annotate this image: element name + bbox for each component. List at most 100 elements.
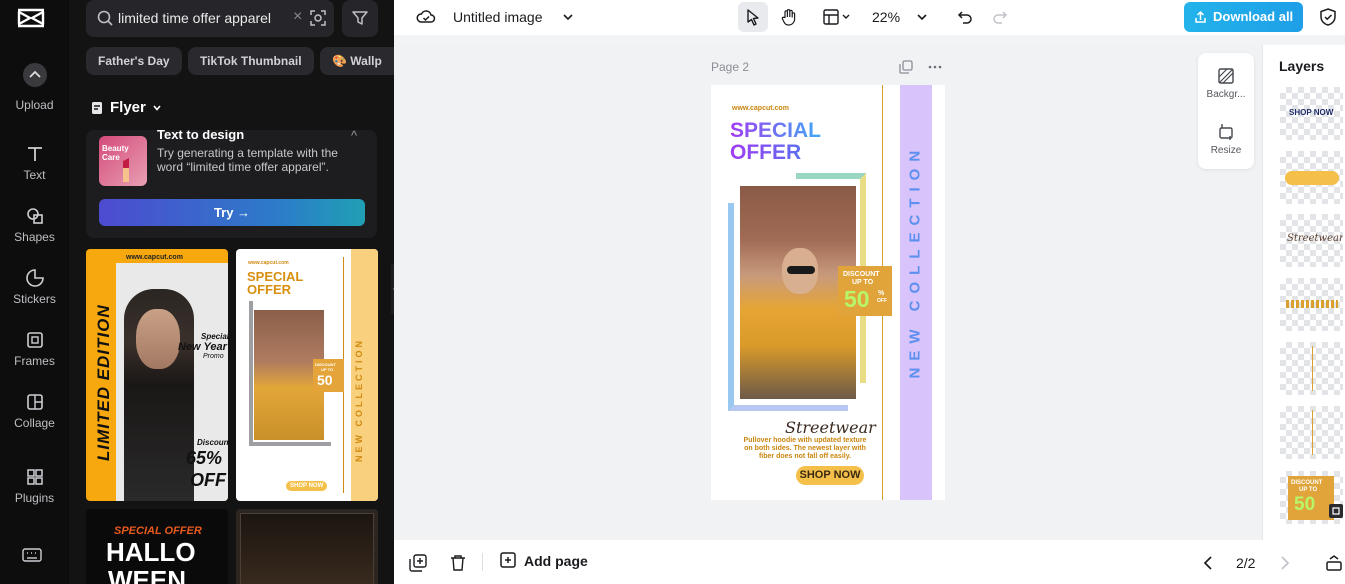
category-dropdown[interactable]: Flyer — [90, 99, 162, 116]
filter-button[interactable] — [342, 0, 378, 37]
text-to-design-card: Beauty Care Text to design ^ Try generat… — [86, 130, 377, 238]
rail-label: Frames — [14, 354, 55, 368]
trash-icon[interactable] — [449, 554, 467, 572]
layer-item[interactable] — [1280, 406, 1343, 459]
image-search-icon[interactable] — [309, 9, 327, 27]
layer-item[interactable]: Streetwear — [1280, 214, 1343, 267]
layout-icon — [823, 9, 850, 25]
download-all-button[interactable]: Download all — [1184, 2, 1303, 32]
stickers-icon — [25, 269, 44, 287]
template-card-halloween[interactable]: SPECIAL OFFER HALLO WEEN — [86, 509, 228, 584]
rail-label: Plugins — [14, 491, 55, 505]
text-to-design-title: Text to design — [157, 130, 245, 142]
rail-collage[interactable]: Collage — [0, 392, 69, 430]
layer-shape — [1286, 300, 1338, 308]
chip-fathers-day[interactable]: Father's Day — [86, 47, 182, 75]
try-button[interactable]: Try → — [99, 199, 365, 226]
page-label: Page 2 — [711, 60, 750, 74]
search-box[interactable]: limited time offer apparel × — [86, 0, 334, 37]
add-page-label: Add page — [524, 553, 588, 569]
layer-item[interactable] — [1280, 278, 1343, 331]
badge-off: OFF — [877, 298, 887, 304]
shield-check-icon[interactable] — [1318, 7, 1338, 27]
template-card-limited-edition[interactable]: www.capcut.com LIMITED EDITION Special N… — [86, 249, 228, 501]
layer-item[interactable] — [1280, 342, 1343, 395]
duplicate-page-icon[interactable] — [899, 60, 913, 74]
layer-item[interactable]: DISCOUNT UP TO 50 — [1280, 471, 1343, 524]
rail-upload[interactable]: Upload — [0, 62, 69, 112]
bottom-bar: Add page 2/2 — [394, 540, 1345, 584]
document-title[interactable]: Untitled image — [453, 9, 543, 25]
layer-item[interactable] — [1280, 151, 1343, 204]
rail-label: Upload — [15, 98, 54, 112]
canvas-area[interactable]: Page 2 www.capcut.com SPECIAL OFFER NEW … — [394, 45, 1262, 540]
search-icon — [97, 10, 113, 26]
artboard-headline-1: SPECIAL — [730, 119, 822, 142]
template-face — [136, 309, 180, 369]
next-page-icon[interactable] — [1275, 554, 1293, 572]
expand-icon[interactable] — [1329, 504, 1343, 518]
upload-icon — [22, 63, 47, 87]
chevron-down-icon — [153, 104, 161, 111]
chip-wallpaper[interactable]: 🎨 Wallp — [320, 47, 394, 75]
plugins-icon — [26, 469, 43, 485]
artboard-shop-now: SHOP NOW — [796, 466, 864, 485]
badge-text-2: UP TO — [852, 279, 874, 286]
lipstick-icon — [123, 158, 129, 182]
template-badge: DISCOUNT UP TO 50 — [313, 359, 344, 392]
rail-label: Stickers — [13, 292, 56, 306]
add-element-icon[interactable] — [409, 554, 427, 572]
rail-shapes[interactable]: Shapes — [0, 206, 69, 244]
templates-panel: limited time offer apparel × Father's Da… — [69, 0, 394, 584]
resize-label: Resize — [1210, 145, 1242, 156]
resize-tool[interactable]: Resize — [1198, 123, 1254, 156]
capcut-logo-icon[interactable] — [16, 6, 46, 30]
upload-icon — [1195, 10, 1206, 23]
undo-icon[interactable] — [956, 8, 974, 26]
template-promo-2: New Year — [178, 341, 227, 353]
template-headline-1: HALLO — [106, 537, 196, 567]
rail-frames[interactable]: Frames — [0, 330, 69, 368]
pages-panel-icon[interactable] — [1325, 554, 1343, 572]
shapes-icon — [26, 208, 43, 224]
rail-stickers[interactable]: Stickers — [0, 268, 69, 306]
template-headline: LIMITED EDITION — [94, 304, 113, 461]
search-input[interactable]: limited time offer apparel — [118, 10, 278, 26]
artboard-page-2[interactable]: www.capcut.com SPECIAL OFFER NEW COLLECT… — [711, 85, 945, 500]
collapse-caret-icon[interactable]: ^ — [351, 130, 357, 143]
chip-tiktok-thumbnail[interactable]: TikTok Thumbnail — [188, 47, 314, 75]
background-tool[interactable]: Backgr... — [1198, 67, 1254, 100]
layer-item[interactable]: SHOP NOW — [1280, 87, 1343, 140]
select-tool-button[interactable] — [738, 2, 768, 32]
chevron-down-icon[interactable] — [562, 9, 574, 25]
layer-badge-value: 50 — [1294, 494, 1316, 515]
redo-icon[interactable] — [991, 8, 1009, 26]
badge-text-1: DISCOUNT — [843, 271, 880, 278]
artboard-headline-2: OFFER — [730, 141, 802, 164]
zoom-chevron-down-icon[interactable] — [916, 10, 928, 24]
layer-text: Streetwear — [1287, 233, 1343, 244]
layer-text: SHOP NOW — [1289, 108, 1334, 117]
hand-tool-button[interactable] — [774, 2, 804, 32]
layer-shape — [1312, 346, 1313, 391]
hand-icon — [781, 9, 796, 26]
add-page-button[interactable]: Add page — [500, 552, 588, 570]
category-label: Flyer — [110, 99, 146, 116]
badge-pct: % — [878, 290, 885, 297]
cloud-save-icon[interactable] — [416, 7, 436, 27]
template-card-special-offer[interactable]: www.capcut.com SPECIAL OFFER NEW COLLECT… — [236, 249, 378, 501]
rail-plugins[interactable]: Plugins — [0, 467, 69, 505]
layout-menu-button[interactable] — [816, 2, 856, 32]
more-options-icon[interactable] — [928, 60, 942, 74]
floating-tools: Backgr... Resize — [1198, 53, 1254, 169]
template-card-dark[interactable] — [236, 509, 378, 584]
add-page-icon — [500, 552, 516, 568]
previous-page-icon[interactable] — [1200, 554, 1218, 572]
clear-icon[interactable]: × — [293, 8, 302, 26]
artboard-discount-badge: DISCOUNT UP TO 50 % OFF — [838, 266, 892, 316]
keyboard-icon[interactable] — [22, 547, 42, 563]
rail-text[interactable]: Text — [0, 144, 69, 182]
top-bar: Untitled image 22% Download all — [394, 0, 1345, 35]
collage-icon — [26, 394, 43, 410]
zoom-level[interactable]: 22% — [872, 9, 900, 25]
